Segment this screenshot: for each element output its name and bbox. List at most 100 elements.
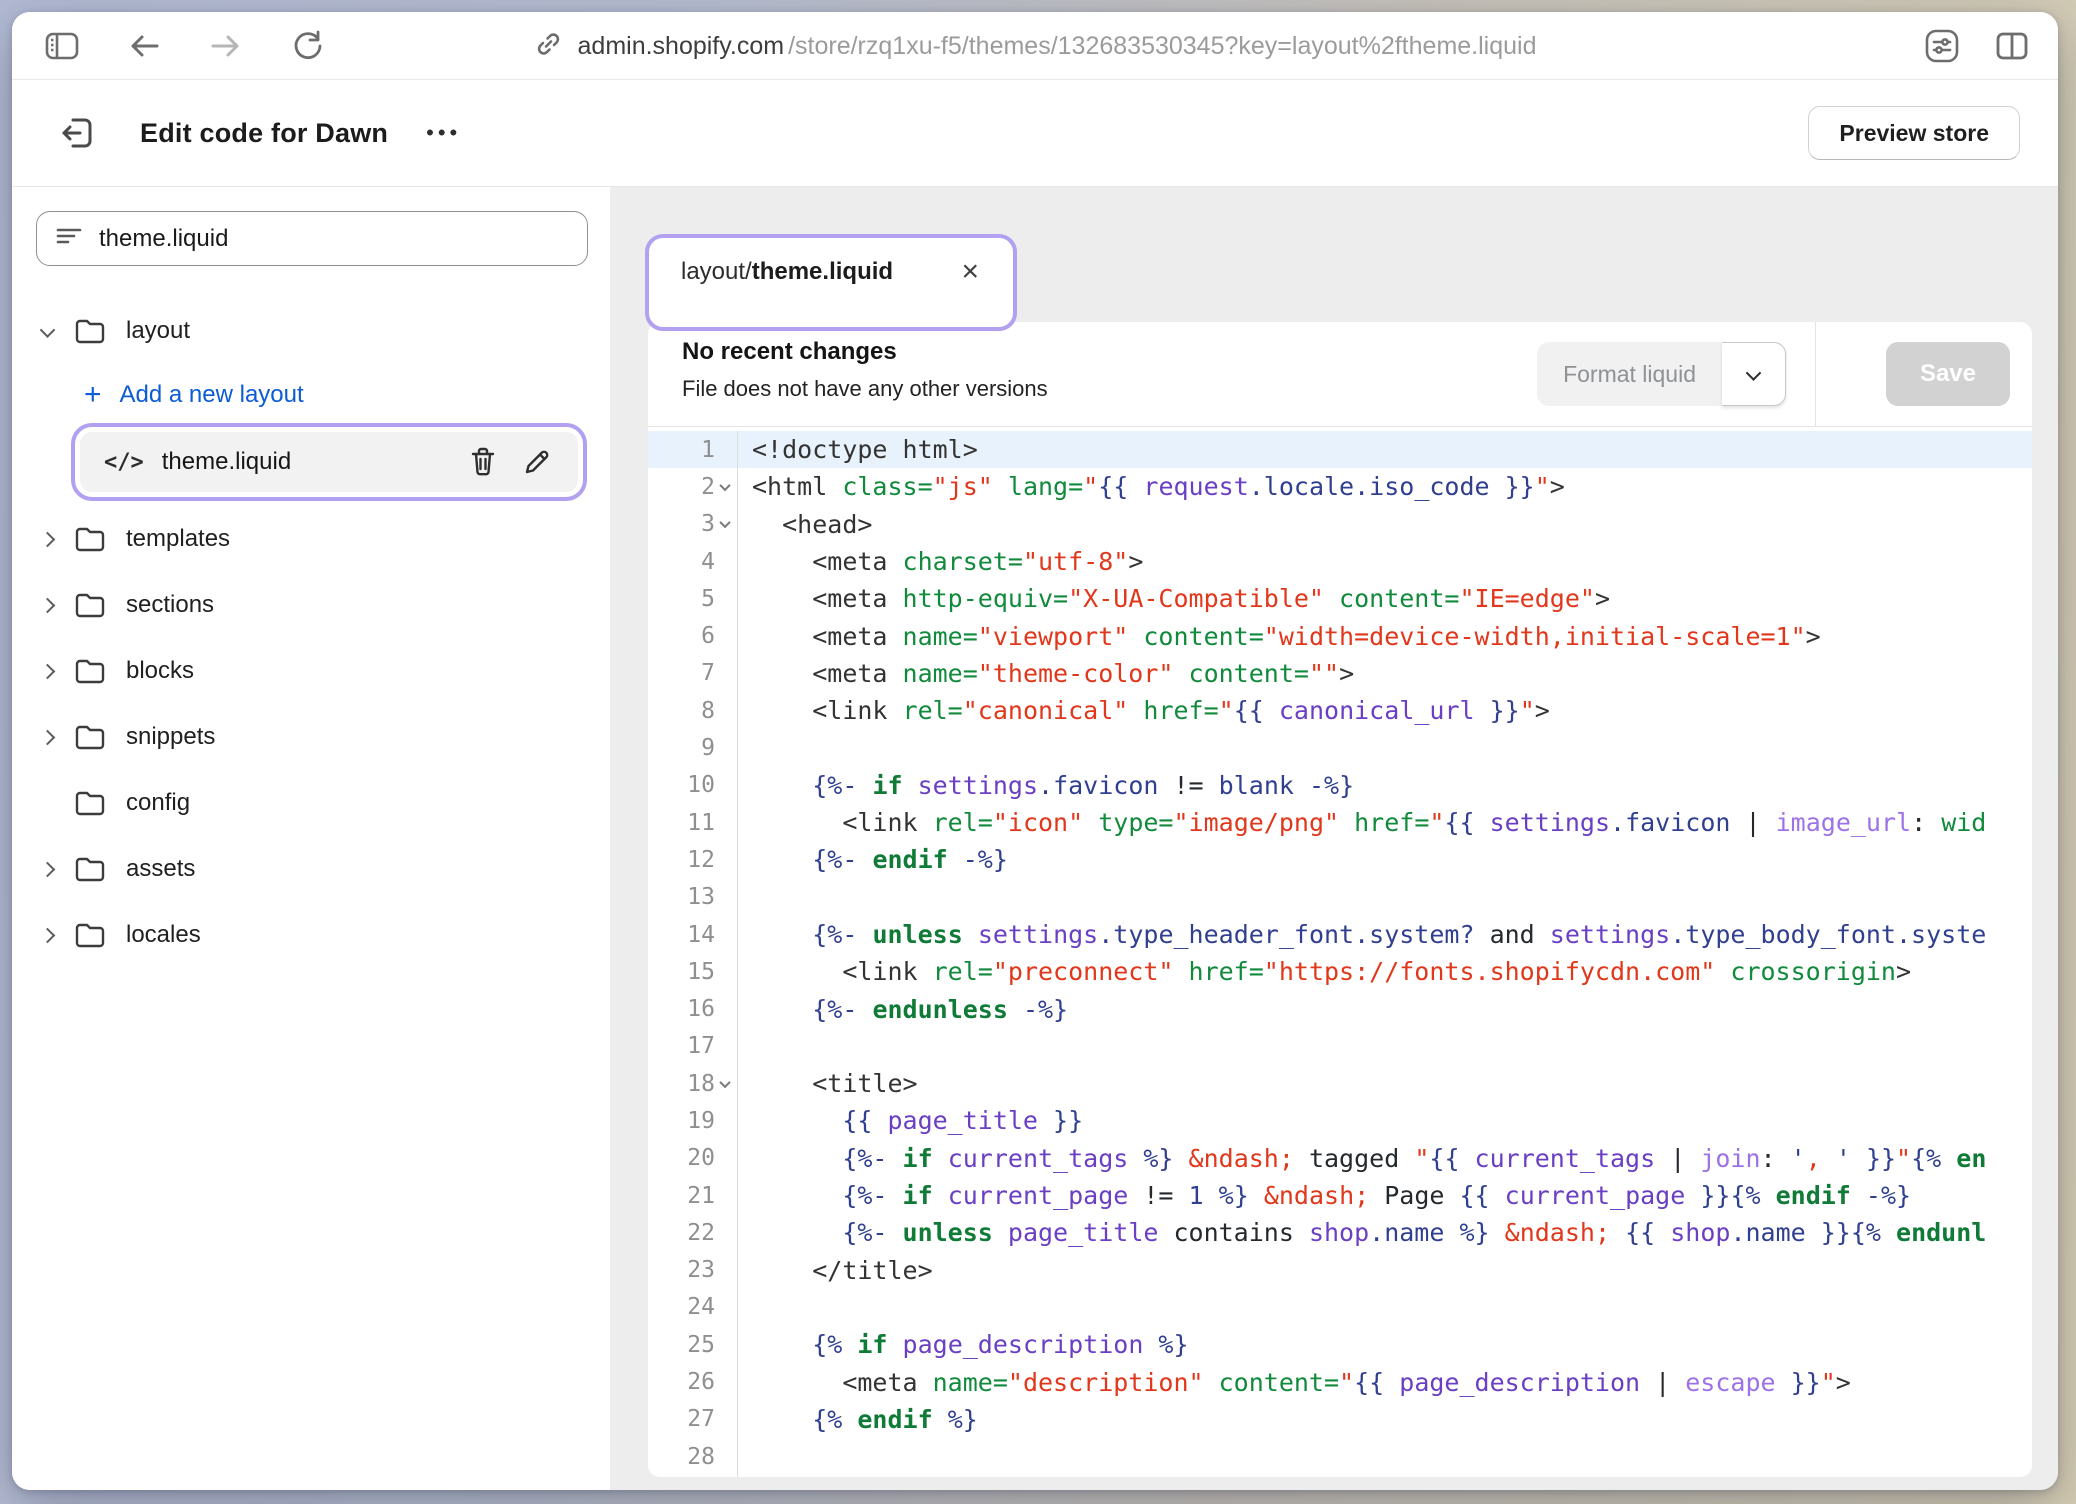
code-line-24[interactable]: 24 bbox=[648, 1289, 2032, 1326]
code-line-16[interactable]: 16 {%- endunless -%} bbox=[648, 990, 2032, 1027]
forward-icon[interactable] bbox=[206, 26, 246, 66]
add-new-layout-link[interactable]: +Add a new layout bbox=[36, 372, 588, 418]
sidebar-item-blocks[interactable]: blocks bbox=[36, 646, 588, 696]
code-line-25[interactable]: 25 {% if page_description %} bbox=[648, 1326, 2032, 1363]
active-tab-highlight: layout/theme.liquid × bbox=[645, 234, 1017, 331]
sidebar-item-assets[interactable]: assets bbox=[36, 844, 588, 894]
code-line-27[interactable]: 27 {% endif %} bbox=[648, 1401, 2032, 1438]
tab-theme-liquid[interactable]: layout/theme.liquid × bbox=[659, 247, 1003, 287]
code-line-29[interactable]: 29 {% render 'meta-tags' %} bbox=[648, 1475, 2032, 1477]
line-number: 8 bbox=[701, 698, 715, 724]
sidebar-toggle-icon[interactable] bbox=[42, 26, 82, 66]
line-number: 17 bbox=[687, 1033, 715, 1059]
chevron-down-icon[interactable] bbox=[36, 326, 70, 337]
sidebar-item-layout[interactable]: layout bbox=[36, 306, 588, 356]
code-line-5[interactable]: 5 <meta http-equiv="X-UA-Compatible" con… bbox=[648, 580, 2032, 617]
sidebar-item-templates[interactable]: templates bbox=[36, 514, 588, 564]
code-line-4[interactable]: 4 <meta charset="utf-8"> bbox=[648, 543, 2032, 580]
changes-title: No recent changes bbox=[682, 338, 2032, 366]
code-line-23[interactable]: 23 </title> bbox=[648, 1252, 2032, 1289]
code-line-10[interactable]: 10 {%- if settings.favicon != blank -%} bbox=[648, 767, 2032, 804]
line-number: 9 bbox=[701, 735, 715, 761]
code-line-8[interactable]: 8 <link rel="canonical" href="{{ canonic… bbox=[648, 692, 2032, 729]
exit-icon[interactable] bbox=[56, 111, 100, 155]
code-line-3[interactable]: 3 <head> bbox=[648, 506, 2032, 543]
format-dropdown-button[interactable] bbox=[1722, 342, 1786, 406]
more-options-icon[interactable]: ••• bbox=[426, 120, 461, 146]
code-line-28[interactable]: 28 bbox=[648, 1438, 2032, 1475]
gutter: 11 bbox=[648, 804, 738, 841]
chevron-right-icon[interactable] bbox=[36, 930, 70, 941]
address-bar[interactable]: admin.shopify.com/store/rzq1xu-f5/themes… bbox=[534, 12, 1537, 80]
chevron-right-icon[interactable] bbox=[36, 666, 70, 677]
code-line-2[interactable]: 2<html class="js" lang="{{ request.local… bbox=[648, 468, 2032, 505]
code-line-22[interactable]: 22 {%- unless page_title contains shop.n… bbox=[648, 1214, 2032, 1251]
gutter: 21 bbox=[648, 1177, 738, 1214]
code-line-26[interactable]: 26 <meta name="description" content="{{ … bbox=[648, 1363, 2032, 1400]
code-file-icon: </> bbox=[104, 450, 144, 475]
code-line-6[interactable]: 6 <meta name="viewport" content="width=d… bbox=[648, 617, 2032, 654]
reload-icon[interactable] bbox=[288, 26, 328, 66]
chevron-right-icon[interactable] bbox=[36, 600, 70, 611]
code-line-14[interactable]: 14 {%- unless settings.type_header_font.… bbox=[648, 916, 2032, 953]
code-line-1[interactable]: 1<!doctype html> bbox=[648, 431, 2032, 468]
gutter: 5 bbox=[648, 580, 738, 617]
folder-icon bbox=[70, 657, 110, 685]
code-editor[interactable]: 1<!doctype html>2<html class="js" lang="… bbox=[648, 427, 2032, 1477]
line-number: 1 bbox=[701, 437, 715, 463]
code-line-19[interactable]: 19 {{ page_title }} bbox=[648, 1102, 2032, 1139]
tab-close-icon[interactable]: × bbox=[955, 257, 985, 287]
sidebar-item-locales[interactable]: locales bbox=[36, 910, 588, 960]
header-divider bbox=[1815, 322, 1816, 426]
code-text: {%- if current_tags %} &ndash; tagged "{… bbox=[738, 1144, 1986, 1173]
browser-window: admin.shopify.com/store/rzq1xu-f5/themes… bbox=[12, 12, 2058, 1490]
code-text: <link rel="canonical" href="{{ canonical… bbox=[738, 696, 1550, 725]
folder-icon bbox=[70, 789, 110, 817]
page-settings-icon[interactable] bbox=[1922, 26, 1962, 66]
chevron-right-icon[interactable] bbox=[36, 732, 70, 743]
sidebar-item-config[interactable]: config bbox=[36, 778, 588, 828]
code-text: <html class="js" lang="{{ request.locale… bbox=[738, 472, 1565, 501]
code-text: <head> bbox=[738, 510, 872, 539]
format-liquid-button[interactable]: Format liquid bbox=[1537, 342, 1722, 406]
editor-pane: layout/theme.liquid × No recent changes … bbox=[610, 187, 2058, 1490]
line-number: 18 bbox=[687, 1071, 715, 1097]
save-button[interactable]: Save bbox=[1886, 342, 2010, 406]
code-line-7[interactable]: 7 <meta name="theme-color" content=""> bbox=[648, 655, 2032, 692]
line-number: 19 bbox=[687, 1108, 715, 1134]
line-number: 3 bbox=[701, 511, 715, 537]
code-line-11[interactable]: 11 <link rel="icon" type="image/png" hre… bbox=[648, 804, 2032, 841]
code-line-15[interactable]: 15 <link rel="preconnect" href="https://… bbox=[648, 953, 2032, 990]
code-line-21[interactable]: 21 {%- if current_page != 1 %} &ndash; P… bbox=[648, 1177, 2032, 1214]
sidebar-item-sections[interactable]: sections bbox=[36, 580, 588, 630]
gutter: 15 bbox=[648, 953, 738, 990]
app-header: Edit code for Dawn ••• Preview store bbox=[12, 80, 2058, 187]
split-view-icon[interactable] bbox=[1992, 26, 2032, 66]
sidebar-item-snippets[interactable]: snippets bbox=[36, 712, 588, 762]
code-line-20[interactable]: 20 {%- if current_tags %} &ndash; tagged… bbox=[648, 1140, 2032, 1177]
code-line-9[interactable]: 9 bbox=[648, 729, 2032, 766]
line-number: 5 bbox=[701, 586, 715, 612]
gutter: 8 bbox=[648, 692, 738, 729]
fold-chevron-icon[interactable] bbox=[721, 517, 735, 531]
code-text: <link rel="preconnect" href="https://fon… bbox=[738, 957, 1911, 986]
preview-store-button[interactable]: Preview store bbox=[1808, 106, 2020, 160]
chevron-right-icon[interactable] bbox=[36, 534, 70, 545]
code-line-18[interactable]: 18 <title> bbox=[648, 1065, 2032, 1102]
sidebar-file-theme-liquid[interactable]: </>theme.liquid bbox=[80, 432, 578, 492]
code-text: {%- unless page_title contains shop.name… bbox=[738, 1218, 1986, 1247]
code-line-13[interactable]: 13 bbox=[648, 879, 2032, 916]
delete-file-icon[interactable] bbox=[466, 445, 500, 479]
code-text: {%- if current_page != 1 %} &ndash; Page… bbox=[738, 1181, 1911, 1210]
file-search-input[interactable]: theme.liquid bbox=[36, 211, 588, 266]
browser-toolbar: admin.shopify.com/store/rzq1xu-f5/themes… bbox=[12, 12, 2058, 80]
code-line-17[interactable]: 17 bbox=[648, 1028, 2032, 1065]
fold-chevron-icon[interactable] bbox=[721, 480, 735, 494]
rename-file-icon[interactable] bbox=[520, 445, 554, 479]
code-line-12[interactable]: 12 {%- endif -%} bbox=[648, 841, 2032, 878]
chevron-right-icon[interactable] bbox=[36, 864, 70, 875]
fold-chevron-icon[interactable] bbox=[721, 1077, 735, 1091]
folder-icon bbox=[70, 591, 110, 619]
back-icon[interactable] bbox=[124, 26, 164, 66]
gutter: 13 bbox=[648, 879, 738, 916]
